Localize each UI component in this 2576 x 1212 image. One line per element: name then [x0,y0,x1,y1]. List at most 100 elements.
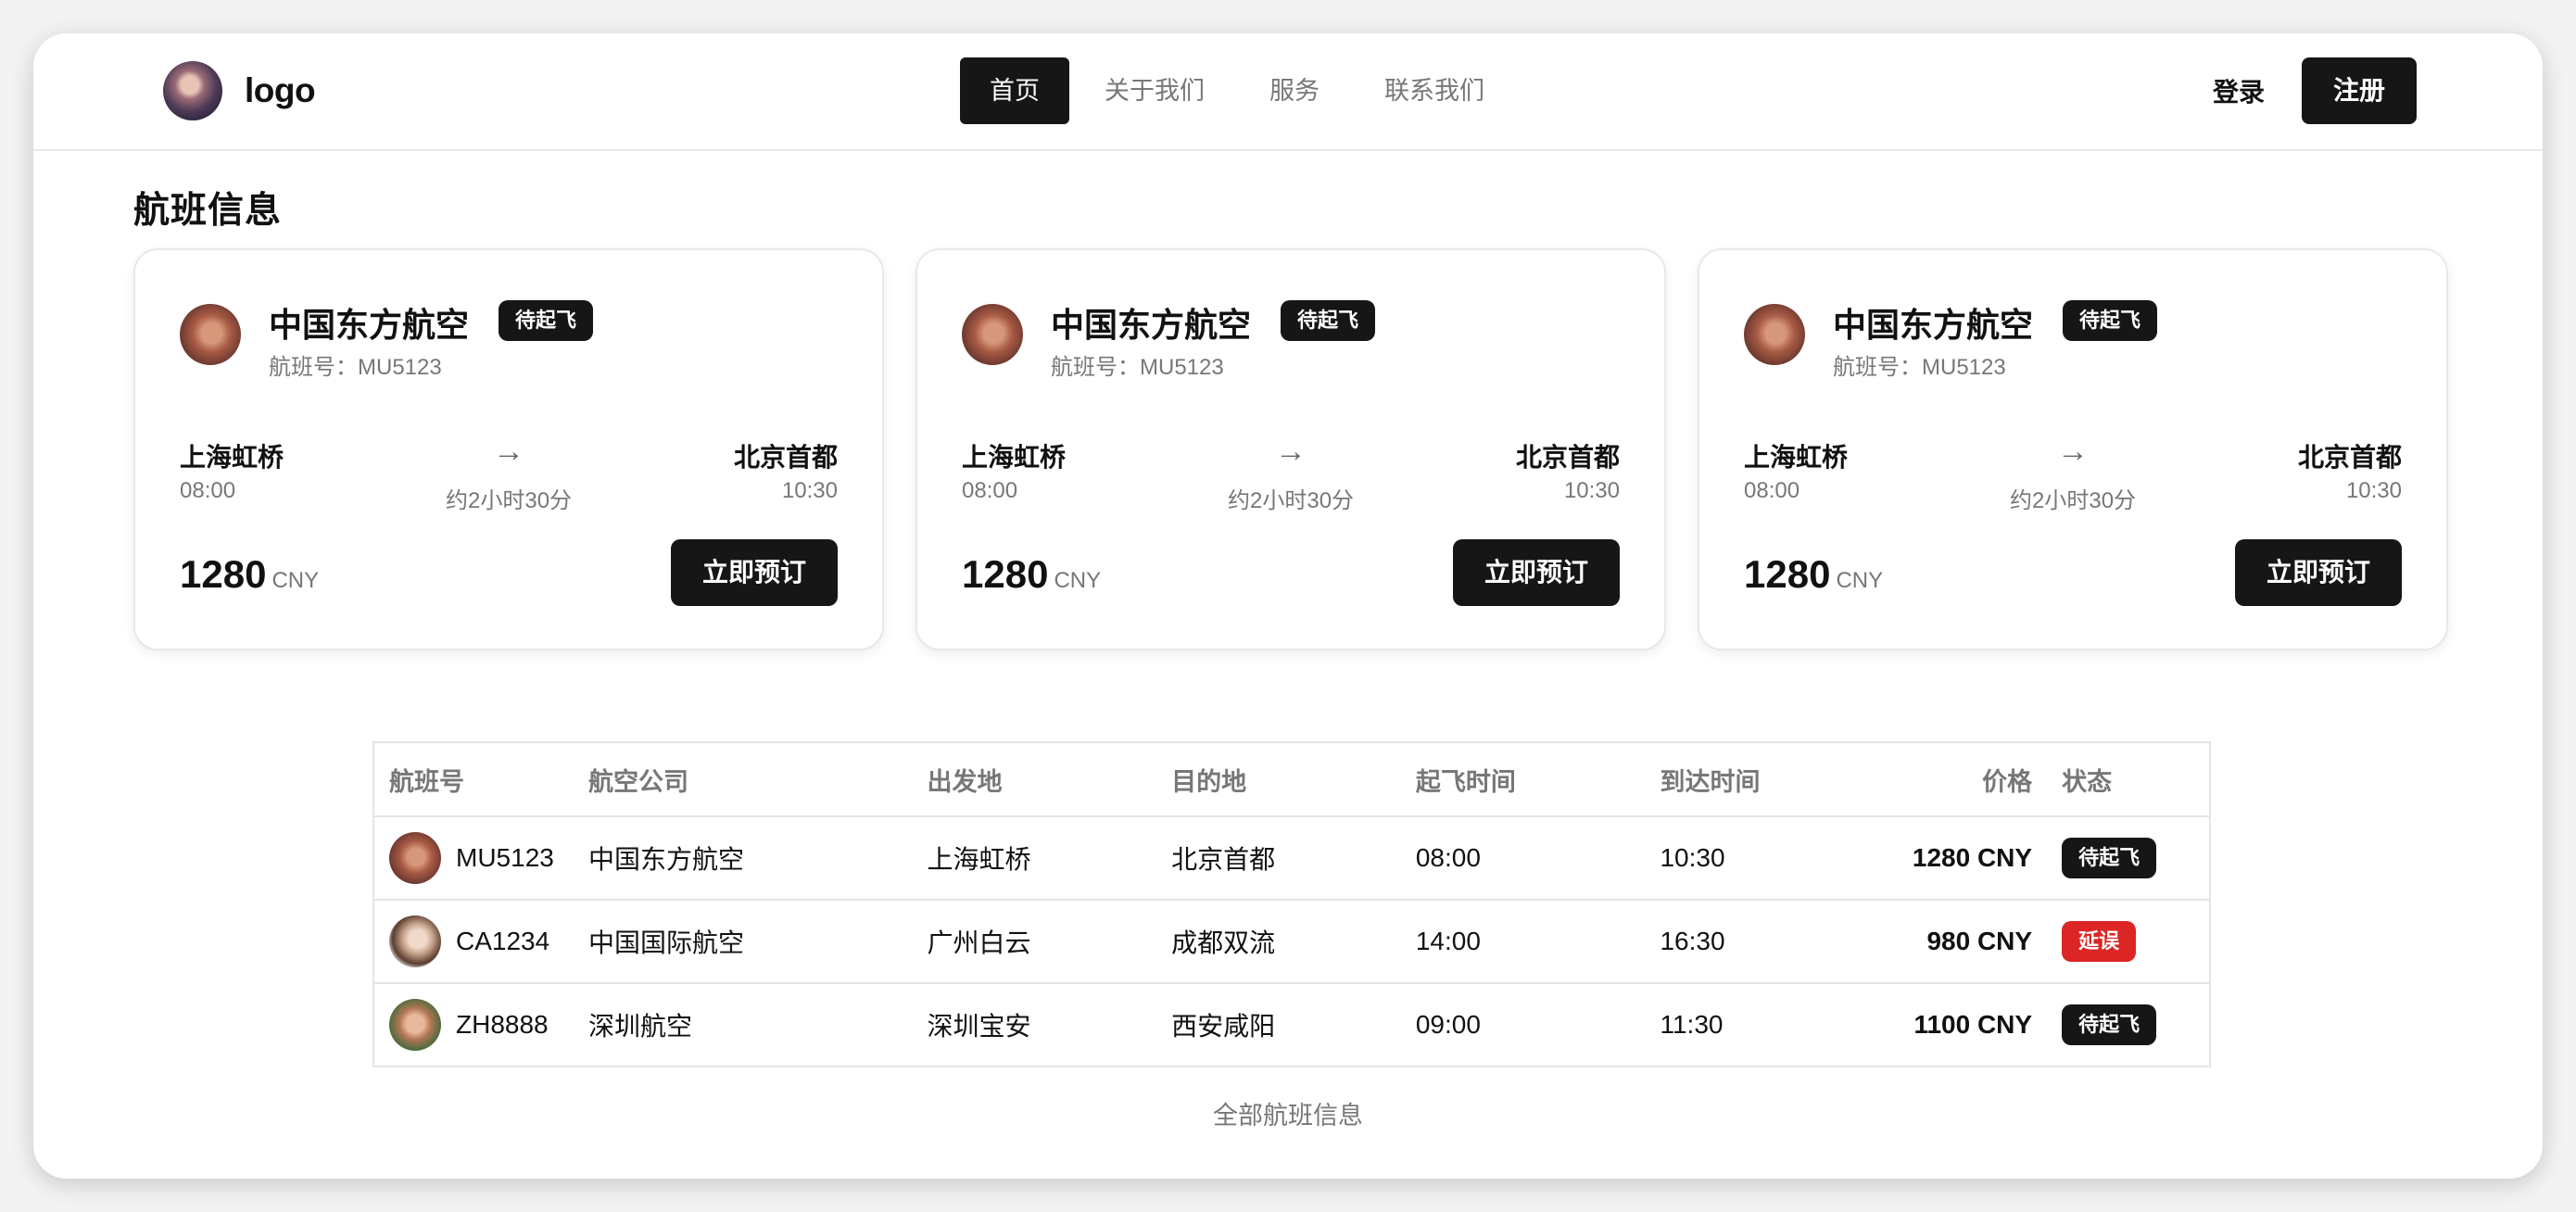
col-header-price: 价格 [1841,742,2048,817]
flight-number: ZH8888 [456,1010,549,1039]
table-header-row: 航班号 航空公司 出发地 目的地 起飞时间 到达时间 价格 状态 [373,742,2210,817]
cell-from: 广州白云 [912,900,1157,984]
book-now-button[interactable]: 立即预订 [1452,539,1620,606]
brand[interactable]: logo [163,61,316,120]
cell-dep: 09:00 [1415,1010,1481,1039]
arrival-time: 10:30 [1563,478,1620,503]
status-badge: 待起飞 [499,300,594,341]
cell-status: 待起飞 [2047,983,2210,1067]
cell-price: 1280 CNY [1841,816,2048,901]
cell-airline: 中国东方航空 [573,816,913,901]
price: 1280 CNY [1744,552,1883,597]
cell-arr: 11:30 [1660,1010,1724,1039]
flight-number: CA1234 [456,927,550,955]
departure-time: 08:00 [962,478,1018,503]
nav-links: 首页 关于我们 服务 联系我们 [960,57,1520,124]
nav-item-contact[interactable]: 联系我们 [1355,57,1514,124]
auth-actions: 登录 注册 [2213,57,2417,124]
nav-item-services[interactable]: 服务 [1240,57,1349,124]
section-title: 航班信息 [133,191,283,231]
status-badge: 待起飞 [2063,300,2158,341]
departure-airport: 上海虹桥 [1744,443,1849,472]
flight-cell: ZH8888 [389,999,559,1051]
airline-name: 中国东方航空 [1833,306,2034,344]
cell-from: 深圳宝安 [927,1012,1031,1041]
airline-avatar [962,304,1023,365]
cell-airline: 中国国际航空 [573,900,913,984]
table-row[interactable]: MU5123 中国东方航空 上海虹桥 北京首都 08:00 10:30 1280 CNY 待起… [373,816,2210,901]
flight-table: 航班号 航空公司 出发地 目的地 起飞时间 到达时间 价格 状态 MU5123 中… [373,741,2211,1067]
arrival-time: 10:30 [2345,478,2402,503]
col-header-airline: 航空公司 [573,742,913,817]
table-row[interactable]: CA1234 中国国际航空 广州白云 成都双流 14:00 16:30 980 CNY 延误 [373,900,2210,984]
price-amount: 1280 [180,552,267,596]
cell-price: 1100 CNY [1913,1010,2033,1039]
nav-item-home[interactable]: 首页 [960,57,1069,124]
cell-dep: 14:00 [1400,900,1646,984]
cell-to: 西安咸阳 [1171,1012,1276,1041]
login-button[interactable]: 登录 [2213,72,2265,109]
col-header-arr: 到达时间 [1645,742,1842,817]
airline-avatar [180,304,241,365]
flight-duration: 约2小时30分 [1228,488,1355,513]
book-now-button[interactable]: 立即预订 [670,539,838,606]
cell-to: 北京首都 [1156,816,1401,901]
brand-name: logo [245,71,316,109]
top-navbar: logo 首页 关于我们 服务 联系我们 登录 注册 [33,33,2543,151]
arrival-airport: 北京首都 [733,443,838,472]
table-body: MU5123 中国东方航空 上海虹桥 北京首都 08:00 10:30 1280 CNY 待起… [373,816,2210,1067]
price-amount: 1280 [1744,552,1831,596]
price: 1280 CNY [180,552,319,597]
arrival-airport: 北京首都 [2297,443,2402,472]
arrival-airport: 北京首都 [1515,443,1620,472]
cell-status: 延误 [2047,900,2210,984]
cell-flight-number: MU5123 [373,816,574,901]
all-flights-link[interactable]: 全部航班信息 [33,1095,2543,1131]
airline-name: 中国东方航空 [1051,306,1252,344]
cell-airline: 深圳航空 [587,1012,692,1041]
table-row[interactable]: ZH8888 深圳航空 深圳宝安 西安咸阳 09:00 11:30 1100 CNY 待起飞 [373,983,2210,1067]
col-header-dep: 起飞时间 [1400,742,1646,817]
cell-arr: 16:30 [1645,900,1842,984]
col-header-to: 目的地 [1156,742,1401,817]
cell-flight-number: ZH8888 [373,983,574,1067]
airline-avatar [389,999,441,1051]
cell-status: 待起飞 [2047,816,2210,901]
book-now-button[interactable]: 立即预订 [2234,539,2402,606]
flight-cards: 中国东方航空 待起飞 航班号：MU5123 上海虹桥 08:00 → 约2小时30分 北京首都… [133,248,2448,650]
flight-number: 航班号：MU5123 [269,355,442,380]
col-header-flight: 航班号 [373,742,574,817]
flight-card[interactable]: 中国东方航空 待起飞 航班号：MU5123 上海虹桥 08:00 → 约2小时30分 北京首都… [133,248,884,650]
app-window: logo 首页 关于我们 服务 联系我们 登录 注册 航班信息 中国东方航空 待起… [33,33,2543,1179]
flight-number: 航班号：MU5123 [1833,355,2006,380]
departure-airport: 上海虹桥 [962,443,1067,472]
arrival-time: 10:30 [781,478,838,503]
price-currency: CNY [1836,568,1884,593]
status-badge: 待起飞 [1281,300,1376,341]
airline-avatar [1744,304,1805,365]
flight-number: 航班号：MU5123 [1051,355,1224,380]
arrow-right-icon: → [493,434,524,469]
arrow-right-icon: → [2057,434,2089,469]
flight-duration: 约2小时30分 [2010,488,2137,513]
flight-cell: CA1234 [389,915,559,967]
flight-duration: 约2小时30分 [446,488,573,513]
price-currency: CNY [1054,568,1102,593]
register-button[interactable]: 注册 [2301,57,2417,124]
airline-avatar [389,915,441,967]
departure-time: 08:00 [180,478,236,503]
price-currency: CNY [271,568,320,593]
flight-card[interactable]: 中国东方航空 待起飞航班号：MU5123 上海虹桥 08:00 → 约2小时30分 北京首都… [1698,248,2448,650]
airline-name: 中国东方航空 [269,306,470,344]
cell-from: 上海虹桥 [912,816,1157,901]
status-badge: 待起飞 [2062,1004,2157,1045]
airline-avatar [389,832,441,884]
nav-item-about[interactable]: 关于我们 [1075,57,1234,124]
cell-arr: 10:30 [1645,816,1842,901]
flight-card[interactable]: 中国东方航空 待起飞航班号：MU5123 上海虹桥 08:00 → 约2小时30分 北京首都… [915,248,1666,650]
col-header-status: 状态 [2047,742,2210,817]
price: 1280 CNY [962,552,1101,597]
arrow-right-icon: → [1275,434,1307,469]
cell-price: 980 CNY [1841,900,2048,984]
departure-time: 08:00 [1744,478,1800,503]
